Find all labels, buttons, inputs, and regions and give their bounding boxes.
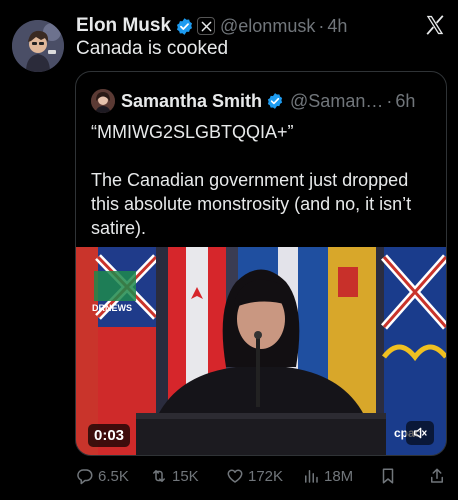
share-button[interactable] bbox=[428, 467, 450, 485]
heart-icon bbox=[227, 469, 243, 483]
views-icon bbox=[305, 470, 318, 483]
tweet-header: Elon Musk @elonmusk · 4h bbox=[76, 12, 446, 40]
video-frame: DRNEWS cpac bbox=[76, 247, 446, 455]
reply-count: 6.5K bbox=[98, 467, 129, 485]
quoted-author-name[interactable]: Samantha Smith bbox=[121, 91, 262, 112]
author-handle[interactable]: @elonmusk bbox=[220, 16, 315, 37]
tweet-text: Canada is cooked bbox=[76, 38, 229, 59]
like-button[interactable]: 172K bbox=[226, 467, 283, 485]
like-count: 172K bbox=[248, 467, 284, 485]
avatar-image bbox=[12, 20, 64, 72]
views-count: 18M bbox=[324, 467, 354, 485]
x-logo-icon bbox=[424, 14, 446, 36]
quoted-text-line: “MMIWG2SLGBTQQIA+” bbox=[91, 122, 294, 142]
x-affiliate-icon bbox=[197, 17, 216, 35]
tweet-time[interactable]: 4h bbox=[327, 16, 347, 37]
separator-dot: · bbox=[386, 90, 393, 111]
author-avatar[interactable] bbox=[12, 20, 64, 72]
video-duration: 0:03 bbox=[88, 424, 131, 447]
reply-button[interactable]: 6.5K bbox=[76, 467, 129, 485]
share-icon bbox=[431, 468, 443, 483]
bookmark-icon bbox=[382, 468, 394, 484]
quoted-tweet-text: “MMIWG2SLGBTQQIA+” The Canadian governme… bbox=[91, 120, 436, 240]
repost-button[interactable]: 15K bbox=[150, 467, 199, 485]
quoted-author-avatar[interactable] bbox=[91, 89, 115, 113]
video-player[interactable]: DRNEWS cpac 0:03 bbox=[76, 247, 446, 455]
quoted-tweet[interactable]: Samantha Smith @Saman… · 6h “MMIWG2SLGBT… bbox=[75, 71, 447, 456]
verified-badge-icon bbox=[267, 93, 283, 109]
author-name[interactable]: Elon Musk bbox=[76, 15, 171, 37]
action-bar: 6.5K 15K 172K 18M bbox=[76, 464, 446, 488]
views-button[interactable]: 18M bbox=[302, 467, 353, 485]
quoted-author-handle[interactable]: @Saman… bbox=[290, 91, 383, 112]
news-logo-text: DRNEWS bbox=[92, 303, 132, 313]
repost-count: 15K bbox=[172, 467, 199, 485]
repost-icon bbox=[153, 470, 165, 482]
quoted-tweet-time[interactable]: 6h bbox=[395, 91, 415, 112]
separator-dot: · bbox=[318, 15, 325, 36]
reply-icon bbox=[77, 469, 93, 485]
mute-icon bbox=[414, 427, 427, 439]
quoted-text-line: The Canadian government just dropped thi… bbox=[91, 170, 412, 238]
mute-button[interactable] bbox=[406, 421, 434, 445]
bookmark-button[interactable] bbox=[379, 467, 401, 485]
verified-badge-icon bbox=[176, 17, 193, 35]
quoted-tweet-header: Samantha Smith @Saman… · 6h bbox=[91, 89, 415, 113]
